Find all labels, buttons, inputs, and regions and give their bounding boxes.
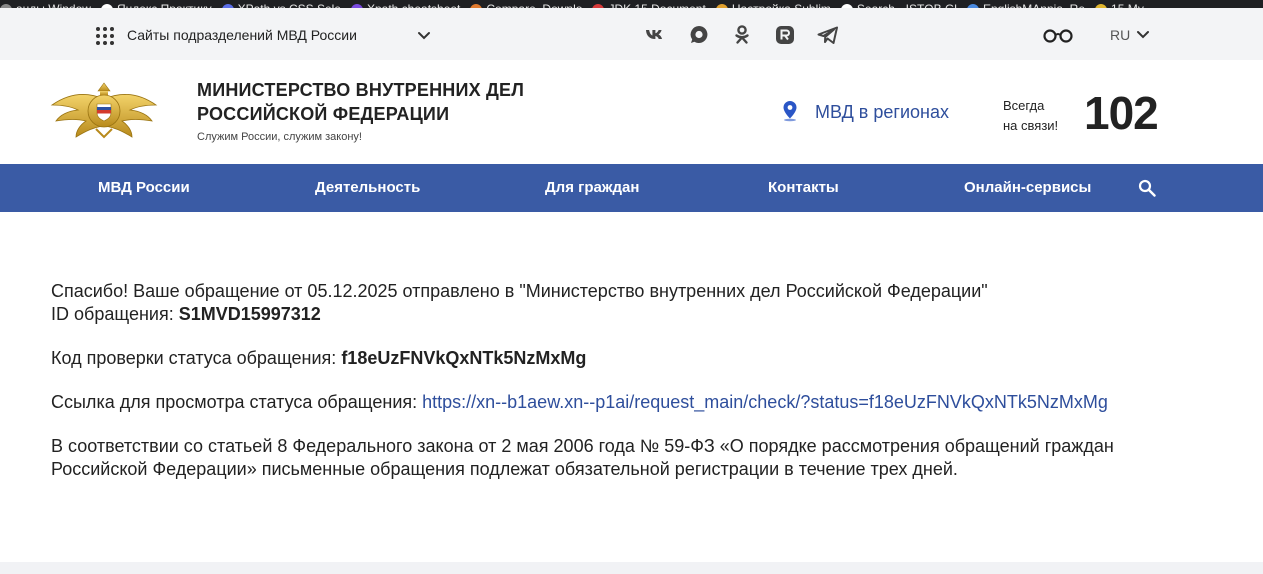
nav-item-mvd-russia[interactable]: МВД России bbox=[98, 179, 190, 196]
appeal-id-label: ID обращения: bbox=[51, 304, 179, 324]
nav-item-contacts[interactable]: Контакты bbox=[768, 179, 839, 196]
status-code-label: Код проверки статуса обращения: bbox=[51, 348, 342, 368]
rutube-icon[interactable] bbox=[773, 23, 797, 47]
hotline-caption-line2: на связи! bbox=[1003, 118, 1059, 133]
law-notice: В соответствии со статьей 8 Федерального… bbox=[51, 436, 1114, 479]
site-header: МИНИСТЕРСТВО ВНУТРЕННИХ ДЕЛ РОССИЙСКОЙ Ф… bbox=[0, 60, 1263, 164]
telegram-icon[interactable] bbox=[816, 23, 840, 47]
vk-icon[interactable] bbox=[644, 23, 668, 47]
regions-link-label[interactable]: МВД в регионах bbox=[815, 102, 949, 123]
glasses-icon[interactable] bbox=[1042, 26, 1074, 44]
status-link-label: Ссылка для просмотра статуса обращения: bbox=[51, 392, 423, 412]
status-code-value: f18eUzFNVkQxNTk5NzMxMg bbox=[341, 348, 587, 368]
organization-slogan: Служим России, служим закону! bbox=[197, 131, 362, 143]
max-icon[interactable] bbox=[687, 23, 711, 47]
status-link[interactable]: https://xn--b1aew.xn--p1ai/request_main/… bbox=[422, 392, 1108, 412]
appeal-confirmation: Спасибо! Ваше обращение от 05.12.2025 от… bbox=[51, 280, 1151, 502]
nav-item-online-services[interactable]: Онлайн-сервисы bbox=[964, 179, 1091, 196]
hotline-number[interactable]: 102 bbox=[1084, 86, 1159, 140]
location-pin-icon bbox=[783, 101, 797, 122]
top-utility-bar: Сайты подразделений МВД России RU bbox=[0, 8, 1263, 60]
thanks-message: Спасибо! Ваше обращение от 05.12.2025 от… bbox=[51, 281, 988, 301]
chevron-down-icon[interactable] bbox=[416, 28, 432, 44]
chevron-down-icon[interactable] bbox=[1136, 28, 1150, 42]
appeal-id-value: S1MVD15997312 bbox=[178, 304, 321, 324]
organization-title[interactable]: МИНИСТЕРСТВО ВНУТРЕННИХ ДЕЛ РОССИЙСКОЙ Ф… bbox=[197, 78, 557, 126]
status-code-block: Код проверки статуса обращения: f18eUzFN… bbox=[51, 347, 1151, 370]
confirmation-block: Спасибо! Ваше обращение от 05.12.2025 от… bbox=[51, 280, 1151, 326]
hotline-caption-line1: Всегда bbox=[1003, 98, 1045, 113]
mvd-emblem-icon[interactable] bbox=[50, 79, 158, 143]
bookmarks-bar: анды WindowЯндекс ПрактикуXPath vs CSS S… bbox=[0, 0, 1263, 8]
nav-item-for-citizens[interactable]: Для граждан bbox=[545, 179, 639, 196]
nav-item-activity[interactable]: Деятельность bbox=[315, 179, 420, 196]
footer-edge bbox=[0, 562, 1263, 574]
hotline-caption: Всегда на связи! bbox=[1003, 96, 1083, 136]
main-navigation: МВД России Деятельность Для граждан Конт… bbox=[0, 164, 1263, 212]
apps-grid-icon[interactable] bbox=[96, 27, 114, 45]
language-selector[interactable]: RU bbox=[1110, 27, 1130, 43]
odnoklassniki-icon[interactable] bbox=[730, 23, 754, 47]
subdivisions-dropdown-label[interactable]: Сайты подразделений МВД России bbox=[127, 27, 357, 43]
status-link-block: Ссылка для просмотра статуса обращения: … bbox=[51, 391, 1151, 414]
search-icon[interactable] bbox=[1138, 179, 1156, 197]
